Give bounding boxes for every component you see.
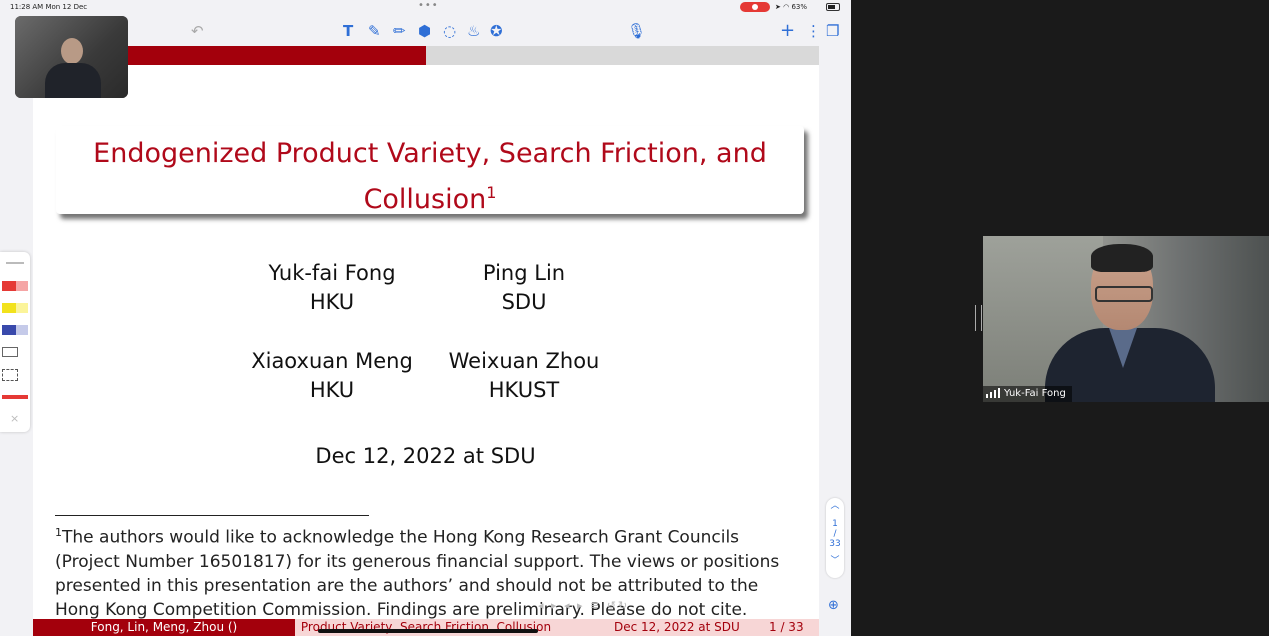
self-video-thumbnail[interactable] xyxy=(15,16,128,98)
location-icon: ➤ xyxy=(775,3,781,11)
signal-icon xyxy=(986,388,1000,398)
footnote-mark: 1 xyxy=(55,526,62,539)
lasso-icon[interactable]: ◌ xyxy=(443,22,456,40)
author-name: Xiaoxuan Meng xyxy=(251,349,413,373)
status-icons: ➤ ◠ 63% xyxy=(775,3,807,11)
title-footnote-mark: 1 xyxy=(486,183,497,202)
magic-icon[interactable]: ✪ xyxy=(490,22,503,40)
close-palette-icon[interactable]: × xyxy=(10,412,19,425)
current-page: 1 xyxy=(832,519,838,529)
presentation-date: Dec 12, 2022 at SDU xyxy=(315,444,536,468)
author-name: Ping Lin xyxy=(482,261,566,285)
page-scroller[interactable]: ︿ 1 / 33 ﹀ xyxy=(826,498,844,578)
pages-icon[interactable]: ❐ xyxy=(826,22,839,40)
red-pen-icon[interactable] xyxy=(2,395,28,399)
selection-tool-icon[interactable] xyxy=(2,369,18,381)
zoom-icon[interactable]: ⊕ xyxy=(828,598,839,613)
author-block: Xiaoxuan Meng HKU xyxy=(247,347,417,405)
author-affiliation: HKU xyxy=(309,378,355,402)
footer-page-number: 1 / 33 xyxy=(769,620,804,634)
white-pen-icon[interactable] xyxy=(2,347,18,357)
slide-progress-bar xyxy=(33,46,819,65)
pen-palette: × xyxy=(0,252,30,432)
battery-icon xyxy=(826,3,840,11)
author-affiliation: HKU xyxy=(309,290,355,314)
multitask-dots[interactable]: ••• xyxy=(418,0,439,11)
author-affiliation: HKUST xyxy=(488,378,560,402)
more-icon[interactable]: ⋮ xyxy=(806,22,821,40)
red-marker-icon[interactable] xyxy=(2,281,28,291)
title-line-2: Collusion xyxy=(363,184,487,215)
author-block: Weixuan Zhou HKUST xyxy=(439,347,609,405)
participant-name-label: Yuk-Fai Fong xyxy=(983,386,1072,402)
author-name: Yuk-fai Fong xyxy=(268,261,396,285)
footer-date-page: Dec 12, 2022 at SDU 1 / 33 xyxy=(557,619,819,636)
status-bar: 11:28 AM Mon 12 Dec ••• ➤ ◠ 63% xyxy=(0,0,851,14)
participant-video[interactable]: Yuk-Fai Fong xyxy=(983,236,1269,402)
author-name: Weixuan Zhou xyxy=(448,349,600,373)
thumbnail-person-body xyxy=(45,63,101,98)
title-line-1: Endogenized Product Variety, Search Fric… xyxy=(93,138,767,169)
palette-handle[interactable] xyxy=(6,262,24,264)
split-view-divider[interactable] xyxy=(975,305,982,331)
video-person-hair xyxy=(1091,244,1153,272)
add-icon[interactable]: + xyxy=(780,22,795,40)
footer-date: Dec 12, 2022 at SDU xyxy=(614,620,740,634)
pencil-icon[interactable]: ✏ xyxy=(393,22,406,40)
wifi-icon: ◠ xyxy=(783,3,790,11)
footnote: 1The authors would like to acknowledge t… xyxy=(55,521,805,622)
video-person-glasses xyxy=(1095,286,1153,302)
footer-authors: Fong, Lin, Meng, Zhou () xyxy=(33,619,295,636)
screen-recording-indicator[interactable] xyxy=(740,2,770,12)
thumbnail-person-head xyxy=(61,38,83,64)
pen-icon[interactable]: ✎ xyxy=(368,22,381,40)
eraser-icon[interactable]: ⬢ xyxy=(418,22,431,40)
blue-pen-icon[interactable] xyxy=(2,325,28,335)
text-tool-icon[interactable]: T xyxy=(343,22,353,40)
presentation-slide: Endogenized Product Variety, Search Fric… xyxy=(33,46,819,636)
total-pages: 33 xyxy=(829,539,841,549)
footer-short-title: Product Variety, Search Friction, Collus… xyxy=(295,619,557,636)
page-down-icon[interactable]: ﹀ xyxy=(826,553,844,566)
yellow-highlighter-icon[interactable] xyxy=(2,303,28,313)
title-box: Endogenized Product Variety, Search Fric… xyxy=(56,126,804,215)
undo-icon[interactable]: ↶ xyxy=(191,22,204,40)
battery-percent: 63% xyxy=(791,3,808,11)
microphone-icon[interactable]: 🎙 xyxy=(627,22,646,40)
slide-title: Endogenized Product Variety, Search Fric… xyxy=(56,134,804,219)
footnote-text: The authors would like to acknowledge th… xyxy=(55,527,780,620)
shapes-icon[interactable]: ♨ xyxy=(467,22,480,40)
participant-name: Yuk-Fai Fong xyxy=(1004,388,1066,399)
slide-footer: Fong, Lin, Meng, Zhou () Product Variety… xyxy=(33,619,819,636)
home-indicator[interactable] xyxy=(318,629,538,633)
footnote-rule xyxy=(55,515,369,516)
beamer-navigation-symbols[interactable]: ◂ ▸ ◂ ▸ ≡ ↺↻ xyxy=(538,599,629,612)
status-time: 11:28 AM Mon 12 Dec xyxy=(10,3,88,11)
author-block: Yuk-fai Fong HKU xyxy=(247,259,417,317)
page-separator: / xyxy=(833,529,837,539)
author-affiliation: SDU xyxy=(501,290,547,314)
page-up-icon[interactable]: ︿ xyxy=(826,498,844,511)
author-block: Ping Lin SDU xyxy=(439,259,609,317)
ipad-screen: 11:28 AM Mon 12 Dec ••• ➤ ◠ 63% ↶ T ✎ ✏ … xyxy=(0,0,851,636)
